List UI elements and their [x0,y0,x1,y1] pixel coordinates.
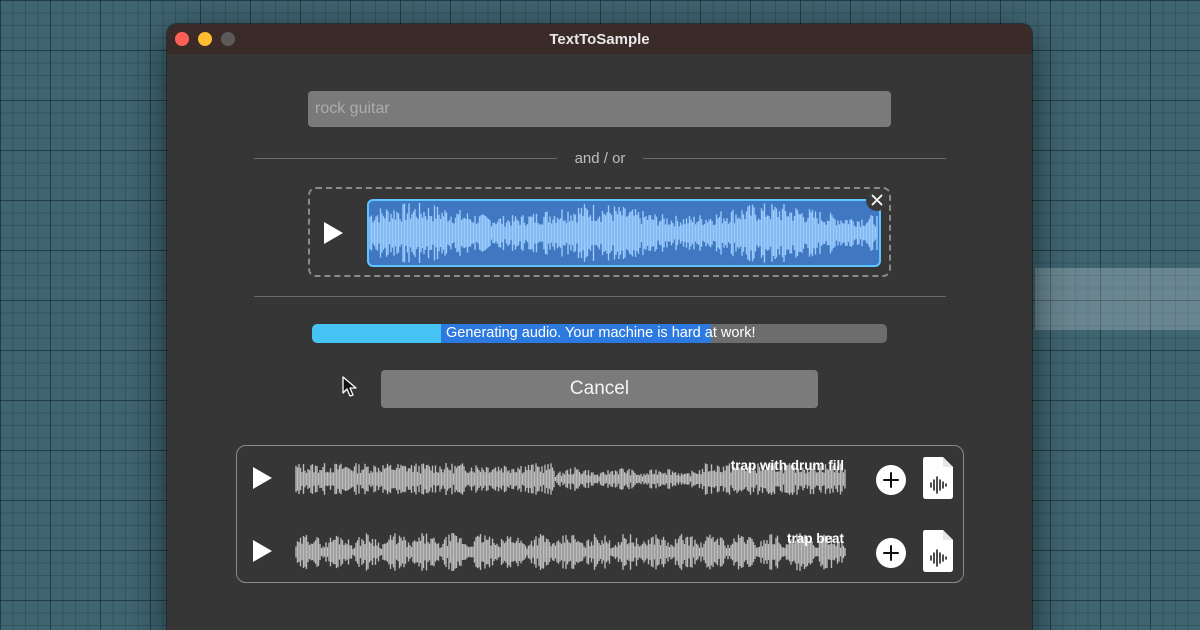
title-bar: TextToSample [167,24,1032,54]
sample-name: trap beat [786,531,844,546]
mouse-pointer-icon [342,376,357,397]
audio-file-icon[interactable] [922,456,954,500]
divider-line-left [254,157,557,159]
generated-samples-list: trap with drum fill trap beat [236,445,964,583]
play-icon[interactable] [251,539,273,563]
generation-progress-bar: Generating audio. Your machine is hard a… [312,324,887,343]
play-icon[interactable] [251,466,273,490]
add-sample-button[interactable] [876,465,906,495]
prompt-input[interactable] [308,91,891,127]
play-icon[interactable] [322,221,344,245]
close-window-button[interactable] [175,32,189,46]
sample-waveform[interactable] [295,529,847,575]
maximize-window-button[interactable] [221,32,235,46]
waveform-graphic [369,203,878,263]
progress-label: Generating audio. Your machine is hard a… [446,325,756,341]
close-icon [871,194,883,206]
sample-name: trap with drum fill [730,458,844,473]
window-controls [175,32,235,46]
remove-audio-button[interactable] [866,189,888,211]
sample-row: trap beat [237,522,963,582]
desktop-highlight [1035,268,1200,330]
and-or-label: and / or [574,149,626,167]
app-window: TextToSample and / or Generating audio. … [167,24,1032,630]
plus-circle-icon [883,545,899,561]
input-audio-waveform[interactable] [367,199,881,267]
progress-fill [312,324,445,343]
audio-file-icon[interactable] [922,529,954,573]
divider-line-right [643,157,946,159]
cancel-button[interactable]: Cancel [381,370,818,408]
window-title: TextToSample [549,30,650,48]
audio-input-dropzone[interactable] [308,187,891,277]
section-divider [254,296,946,297]
and-or-divider: and / or [254,148,946,168]
add-sample-button[interactable] [876,538,906,568]
plus-circle-icon [883,472,899,488]
sample-row: trap with drum fill [237,449,963,509]
minimize-window-button[interactable] [198,32,212,46]
